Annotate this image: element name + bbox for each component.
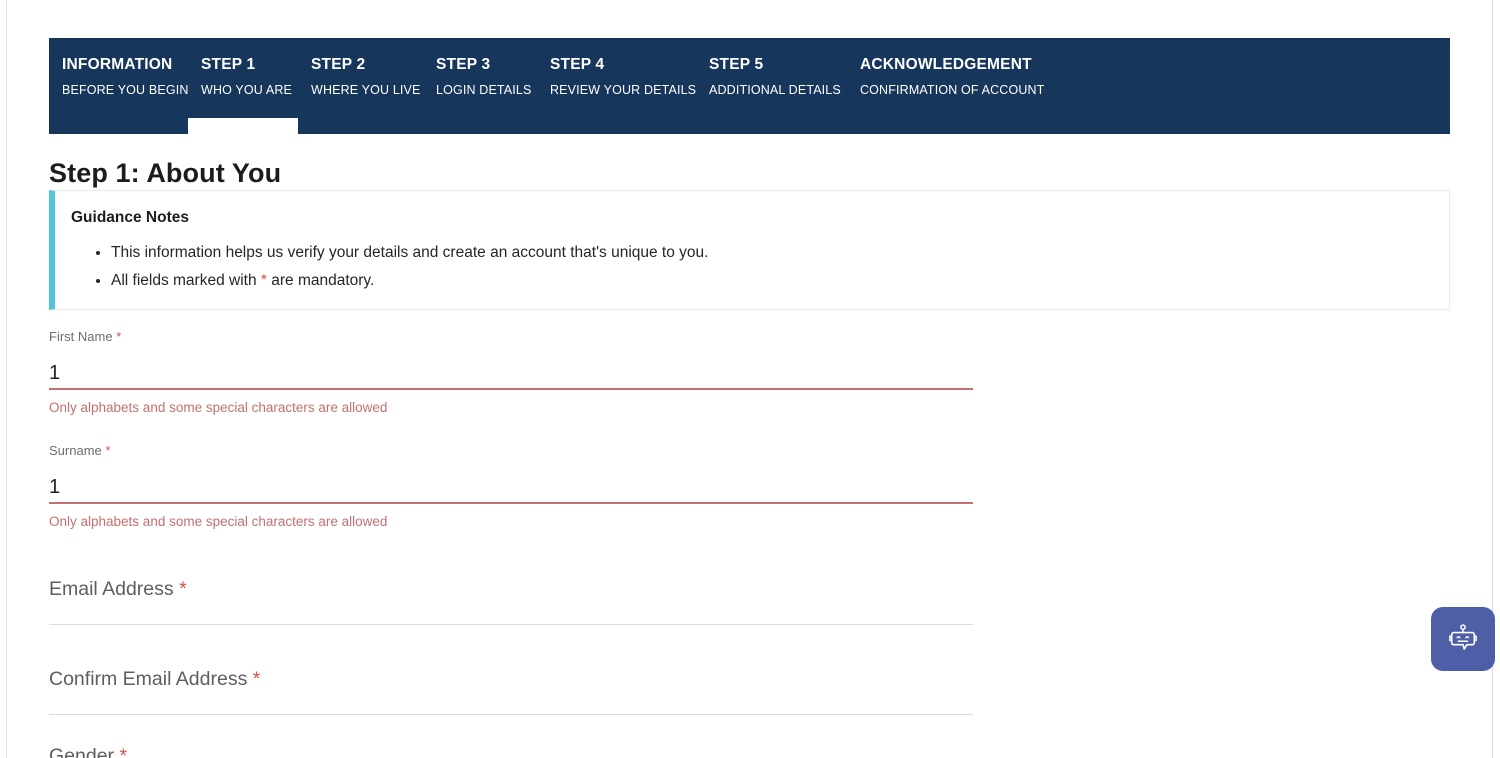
step-tab-title: STEP 5 [709,56,764,73]
email-address-underline [49,624,973,625]
surname-input[interactable] [49,472,973,502]
first-name-label: First Name * [49,328,973,346]
step-tab-subtitle: ADDITIONAL DETAILS [709,83,841,97]
active-step-indicator [188,118,298,134]
step-tab-title: STEP 4 [550,56,605,73]
step-tab-title: STEP 3 [436,56,491,73]
required-asterisk: * [179,578,187,600]
guidance-note-text: This information helps us verify your de… [111,244,709,261]
step-tab-step-2[interactable]: STEP 2 WHERE YOU LIVE [311,55,436,99]
step-tab-subtitle: WHO YOU ARE [201,83,293,97]
step-tab-information[interactable]: INFORMATION BEFORE YOU BEGIN [62,55,201,99]
first-name-error: Only alphabets and some special characte… [49,400,388,415]
step-tab-subtitle: WHERE YOU LIVE [311,83,421,97]
first-name-underline [49,388,973,390]
surname-label-text: Surname [49,443,102,458]
page-title: Step 1: About You [49,158,282,189]
surname-underline [49,502,973,504]
step-tab-acknowledgement[interactable]: ACKNOWLEDGEMENT CONFIRMATION OF ACCOUNT [860,55,1060,99]
step-tab-title: ACKNOWLEDGEMENT [860,56,1032,73]
viewport-rule-left [6,0,7,758]
gender-label-text: Gender [49,745,115,758]
email-address-label: Email Address * [49,576,973,602]
first-name-input[interactable] [49,358,973,388]
step-tab-step-5[interactable]: STEP 5 ADDITIONAL DETAILS [709,55,860,99]
confirm-email-address-label-text: Confirm Email Address [49,668,248,690]
field-confirm-email-address: Confirm Email Address * [49,666,973,715]
confirm-email-address-underline [49,714,973,715]
chat-bot-icon [1449,624,1477,650]
step-tab-step-4[interactable]: STEP 4 REVIEW YOUR DETAILS [550,55,709,99]
step-tab-title: INFORMATION [62,56,173,73]
confirm-email-address-label: Confirm Email Address * [49,666,973,692]
field-gender: Gender * [49,743,127,758]
field-email-address: Email Address * [49,576,973,625]
guidance-notes-panel: Guidance Notes This information helps us… [49,190,1450,310]
guidance-notes-heading: Guidance Notes [71,209,189,226]
field-surname: Surname * Only alphabets and some specia… [49,442,973,531]
chat-launcher-button[interactable] [1431,607,1495,671]
field-first-name: First Name * Only alphabets and some spe… [49,328,973,417]
guidance-note-text-pre: All fields marked with [111,272,261,289]
required-asterisk: * [252,668,261,690]
confirm-email-address-input[interactable] [49,706,973,714]
email-address-input[interactable] [49,616,973,624]
step-tab-title: STEP 1 [201,56,256,73]
step-tab-subtitle: REVIEW YOUR DETAILS [550,83,697,97]
guidance-note-text-post: are mandatory. [266,272,375,289]
step-tab-title: STEP 2 [311,56,366,73]
step-tab-subtitle: LOGIN DETAILS [436,83,532,97]
guidance-notes-list: This information helps us verify your de… [55,239,1449,295]
guidance-note-item: All fields marked with * are mandatory. [111,267,1449,295]
step-tab-subtitle: CONFIRMATION OF ACCOUNT [860,83,1045,97]
surname-label: Surname * [49,442,973,460]
step-tab-step-3[interactable]: STEP 3 LOGIN DETAILS [436,55,550,99]
surname-error: Only alphabets and some special characte… [49,514,388,529]
required-asterisk: * [116,329,122,344]
required-asterisk: * [105,443,111,458]
email-address-label-text: Email Address [49,578,174,600]
step-tab-subtitle: BEFORE YOU BEGIN [62,83,189,97]
page-root: INFORMATION BEFORE YOU BEGIN STEP 1 WHO … [0,0,1500,758]
first-name-label-text: First Name [49,329,113,344]
required-asterisk: * [119,745,128,758]
guidance-note-item: This information helps us verify your de… [111,239,1449,267]
gender-label: Gender * [49,743,127,758]
step-tab-step-1[interactable]: STEP 1 WHO YOU ARE [201,55,311,99]
